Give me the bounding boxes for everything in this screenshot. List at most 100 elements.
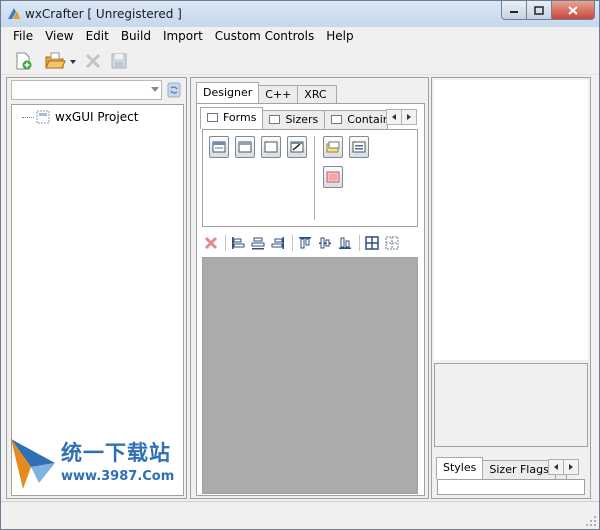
align-bottom-icon [339,237,351,249]
menu-bar: File View Edit Build Import Custom Contr… [1,27,599,45]
align-right-button[interactable] [269,234,287,252]
popup-window-icon [326,141,340,153]
new-project-button[interactable] [11,49,35,73]
maximize-icon [534,5,544,15]
main-toolbar [1,47,599,75]
tab-cpp[interactable]: C++ [258,85,299,104]
align-top-icon [299,237,311,249]
menu-file[interactable]: File [7,27,39,45]
align-bottom-button[interactable] [336,234,354,252]
delete-button[interactable] [81,49,105,73]
forms-palette [202,129,418,227]
minimize-button[interactable] [501,1,527,20]
project-icon [36,110,50,124]
image-list-icon [326,171,340,183]
property-tab-scroller [548,459,579,475]
menu-view[interactable]: View [39,27,79,45]
tab-styles[interactable]: Styles [436,457,484,479]
palette-separator [314,136,315,220]
new-project-icon [16,52,32,70]
forms-icon [207,113,218,122]
palette-tab-scroller [386,109,417,125]
tab-containers-label: Contain [347,113,389,126]
frame-button[interactable] [209,136,229,158]
status-bar [1,501,599,529]
maximize-button[interactable] [527,1,552,20]
tab-designer[interactable]: Designer [196,82,260,104]
tab-xrc[interactable]: XRC [297,85,338,104]
chevron-right-icon [569,464,573,470]
properties-grid[interactable] [434,80,588,360]
menu-edit[interactable]: Edit [80,27,115,45]
toolbar-separator [225,235,226,251]
close-icon [568,5,578,15]
grid-button[interactable] [363,234,381,252]
menu-bar-button[interactable] [349,136,369,158]
tree-item-root[interactable]: wxGUI Project [22,109,138,125]
sizers-icon [269,115,281,124]
alignment-toolbar [202,232,418,254]
watermark-url: www.3987.Com [61,469,175,484]
menu-custom-controls[interactable]: Custom Controls [209,27,320,45]
grid-dashed-icon [385,236,399,250]
scroll-right-button[interactable] [401,109,417,125]
scroll-right-button[interactable] [563,459,579,475]
wizard-icon [290,141,304,153]
tree-item-label: wxGUI Project [55,110,139,124]
properties-panel: Styles Sizer Flags W [431,77,591,499]
grid-toggle-button[interactable] [383,234,401,252]
styles-list[interactable] [437,479,585,495]
project-selector[interactable] [11,80,162,100]
tab-forms-label: Forms [223,111,257,124]
tab-sizers-label: Sizers [285,113,319,126]
tab-sizer-flags[interactable]: Sizer Flags [482,460,556,479]
toolbar-separator [292,235,293,251]
refresh-button[interactable] [165,80,183,100]
save-button[interactable] [107,49,131,73]
align-middle-icon [319,237,331,249]
menu-build[interactable]: Build [115,27,157,45]
grid-icon [365,236,379,250]
tab-forms[interactable]: Forms [200,107,264,129]
window-controls [501,1,595,21]
open-dropdown-icon[interactable] [70,59,76,65]
tree-connector [22,116,34,118]
popup-window-button[interactable] [323,136,343,158]
toolbar-separator [359,235,360,251]
containers-icon [331,115,343,124]
dialog-icon [238,141,252,153]
window-title: wxCrafter [ Unregistered ] [25,7,182,21]
palette-tabs: Forms Sizers Contain [200,107,389,129]
chevron-left-icon [392,114,396,120]
chevron-down-icon [151,87,159,92]
app-window: wxCrafter [ Unregistered ] File View Edi… [0,0,600,530]
dialog-button[interactable] [235,136,255,158]
align-top-button[interactable] [296,234,314,252]
open-button[interactable] [43,49,67,73]
image-list-button[interactable] [323,166,343,188]
resize-grip-icon[interactable] [585,515,597,527]
align-delete-button[interactable] [202,234,220,252]
designer-tabs: Designer C++ XRC [196,82,338,104]
scroll-left-button[interactable] [548,459,564,475]
panel-button[interactable] [261,136,281,158]
menu-help[interactable]: Help [320,27,359,45]
scroll-left-button[interactable] [386,109,402,125]
title-bar[interactable]: wxCrafter [ Unregistered ] [1,1,599,27]
align-left-icon [232,237,245,249]
align-left-button[interactable] [229,234,247,252]
align-center-button[interactable] [249,234,267,252]
chevron-left-icon [554,464,558,470]
menu-import[interactable]: Import [157,27,209,45]
frame-icon [212,141,226,153]
close-button[interactable] [552,1,595,20]
design-canvas[interactable] [202,257,418,494]
tab-sizers[interactable]: Sizers [262,110,326,129]
site-watermark: 统一下载站 www.3987.Com [9,433,189,497]
tab-containers[interactable]: Contain [324,110,389,129]
align-middle-button[interactable] [316,234,334,252]
wizard-button[interactable] [287,136,307,158]
align-right-icon [271,237,284,249]
menubar-icon [352,141,366,153]
delete-icon [85,53,101,69]
